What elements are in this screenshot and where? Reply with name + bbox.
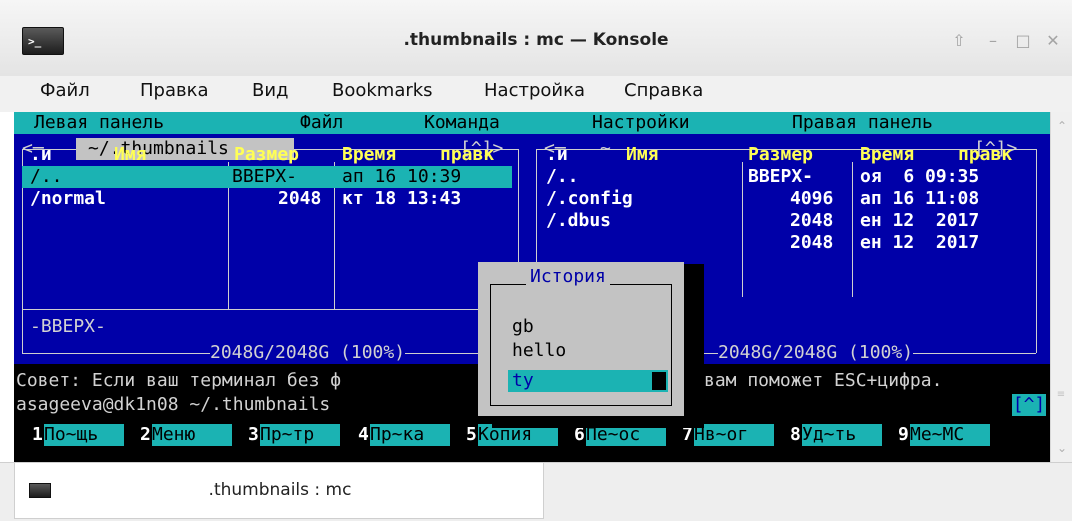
left-header-sort[interactable]: .и [30,144,52,166]
right-row-time: ен 12 2017 [860,210,980,231]
left-row-time: ап 16 10:39 [342,166,462,187]
left-header-modify[interactable]: правк [440,144,494,166]
minimize-icon[interactable]: – [982,30,1004,52]
fkey-num: 3 [248,424,259,445]
fkey-num: 8 [790,424,801,445]
mc-menu-right-panel[interactable]: Правая панель [792,112,933,134]
scroll-down-icon[interactable]: ⌄ [1051,438,1072,458]
hint-line-left: Совет: Если ваш терминал без ф [16,370,342,391]
right-col-divider-1 [742,162,743,297]
fkey-edit[interactable]: Пр~ка [370,424,450,446]
fkey-num: 9 [898,424,909,445]
menu-view[interactable]: Вид [252,80,289,101]
fkey-pulldown[interactable]: Ме~МС [910,424,990,446]
maximize-icon[interactable]: □ [1012,30,1034,52]
tab-thumbnails-mc[interactable]: .thumbnails : mc [14,463,544,519]
right-row-time: ап 16 11:08 [860,188,980,209]
mc-menu-settings[interactable]: Настройки [592,112,690,134]
tab-label: .thumbnails : mc [208,480,352,500]
fkey-menu[interactable]: Меню [152,424,232,446]
fkey-num: 4 [358,424,369,445]
konsole-tabbar: .thumbnails : mc [0,462,1072,521]
left-header-time[interactable]: Время [342,144,396,166]
left-panel-free-space: 2048G/2048G (100%) [210,342,406,364]
history-dialog-title: История [526,266,610,288]
fkey-help[interactable]: По~щь [44,424,124,446]
right-row-size: ВВЕРХ- [748,166,814,187]
menu-help[interactable]: Справка [624,80,703,101]
left-row-name[interactable]: /normal [30,188,106,210]
right-panel-path: ~ [600,138,611,159]
right-panel-right-border [1036,149,1037,353]
history-item-selected[interactable]: ty [512,370,534,392]
menu-edit[interactable]: Правка [140,80,209,101]
fkey-view[interactable]: Пр~тр [260,424,340,446]
right-row-name[interactable]: /.. [546,166,579,188]
right-row-time: оя 6 09:35 [860,166,980,187]
left-panel-separator [22,309,518,310]
right-row-name[interactable]: /.dbus [546,210,611,232]
history-item[interactable]: hello [512,340,566,362]
left-panel-mini-status: -ВВЕРХ- [30,316,106,337]
fkey-num: 2 [140,424,151,445]
menu-bookmarks[interactable]: Bookmarks [332,80,433,101]
left-row-size: 2048 [278,188,322,209]
right-row-time: ен 12 2017 [860,232,980,253]
right-col-divider-2 [852,162,853,297]
left-row-time: кт 18 13:43 [342,188,462,209]
close-icon[interactable]: ✕ [1042,30,1064,52]
window-titlebar[interactable]: >_ .thumbnails : mc — Konsole ⇧ – □ ✕ [0,0,1072,76]
left-header-name[interactable]: Имя [114,144,147,166]
right-header-modify[interactable]: правк [958,144,1012,166]
shell-prompt[interactable]: asageeva@dk1n08 ~/.thumbnails [16,394,330,416]
right-panel-free-space: 2048G/2048G (100%) [718,342,914,364]
window-title: .thumbnails : mc — Konsole [403,30,669,50]
text-cursor [652,372,666,390]
prompt-corner-marker: [^] [1012,394,1046,416]
fkey-delete[interactable]: Уд~ть [802,424,882,446]
right-row-size: 2048 [790,210,834,231]
mc-menu-left-panel[interactable]: Левая панель [34,112,164,134]
hint-line-right: вам поможет ESC+цифра. [704,370,943,391]
keep-above-icon[interactable]: ⇧ [948,30,970,52]
right-header-size[interactable]: Размер [748,144,813,166]
history-item[interactable]: gb [512,316,534,338]
fkey-mkdir[interactable]: Нв~ог [694,424,774,446]
left-panel-path: ~/.thumbnails [88,138,229,159]
right-header-name[interactable]: Имя [626,144,659,166]
left-header-size[interactable]: Размер [234,144,299,166]
right-row-size: 2048 [790,232,834,253]
menu-file[interactable]: Файл [40,80,90,101]
fkey-num: 1 [32,424,43,445]
scroll-up-icon[interactable]: ⌃ [1051,116,1072,136]
mc-menu-file[interactable]: Файл [300,112,343,134]
left-row-size: ВВЕРХ- [232,166,298,187]
menubar: Файл Правка Вид Bookmarks Настройка Спра… [0,76,1072,112]
mc-menu-command[interactable]: Команда [424,112,500,134]
menu-settings[interactable]: Настройка [484,80,585,101]
left-row-name[interactable]: /.. [30,166,63,188]
fkey-num: 5 [466,424,477,445]
right-header-time[interactable]: Время [860,144,914,166]
scrollbar-grip-icon[interactable]: ≡ [1055,388,1067,402]
right-row-size: 4096 [790,188,834,209]
right-header-sort[interactable]: .и [546,144,568,166]
terminal-scrollbar[interactable]: ⌃ ≡ ⌄ [1050,112,1072,462]
right-row-name[interactable]: /.config [546,188,633,210]
